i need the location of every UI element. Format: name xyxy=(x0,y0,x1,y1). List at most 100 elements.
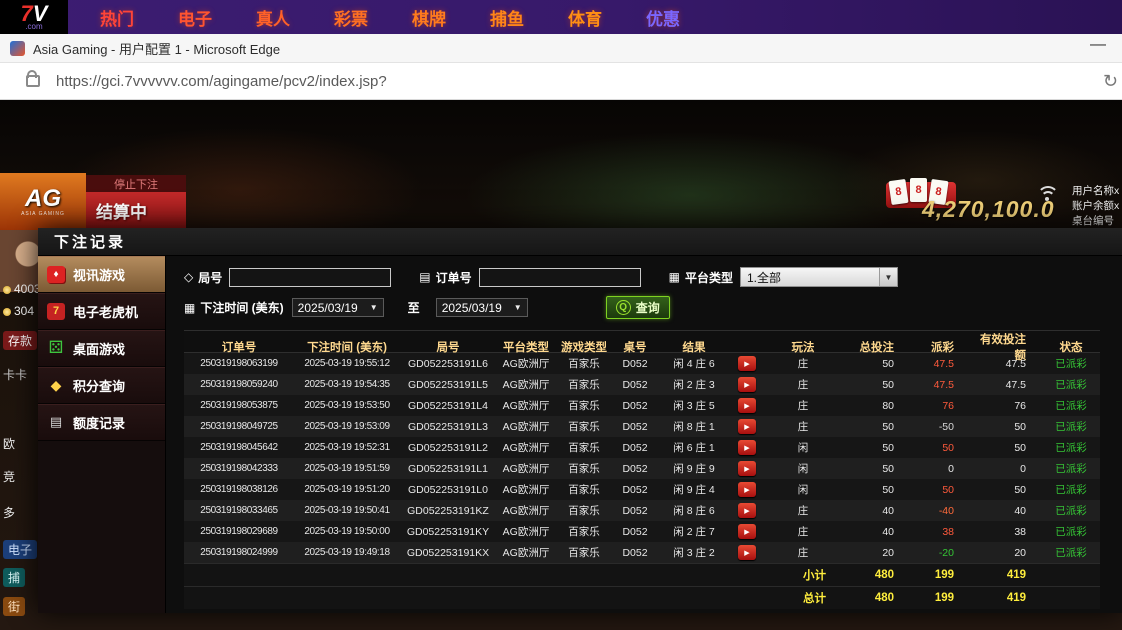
cell-bet-type: 庄 xyxy=(764,419,842,434)
query-button[interactable]: Q 查询 xyxy=(606,296,670,319)
cell-replay: ▶ xyxy=(730,545,764,560)
cell-platform: AG欧洲厅 xyxy=(496,482,556,497)
cell-total-bet: 40 xyxy=(842,526,910,538)
cell-result: 闲 8 庄 1 xyxy=(658,419,730,434)
table-row: 250319198024999 2025-03-19 19:49:18 GD05… xyxy=(184,542,1100,563)
cell-time: 2025-03-19 19:50:00 xyxy=(294,526,400,537)
table-body: 250319198063199 2025-03-19 19:55:12 GD05… xyxy=(184,353,1100,563)
sidebar-item-credit-records[interactable]: ▤ 额度记录 xyxy=(38,404,165,441)
play-icon[interactable]: ▶ xyxy=(738,524,756,539)
cell-time: 2025-03-19 19:51:20 xyxy=(294,484,400,495)
cell-game: 百家乐 xyxy=(556,440,612,455)
cell-order: 250319198029689 xyxy=(184,526,294,537)
platform-type-label: ▦ 平台类型 xyxy=(669,269,733,286)
play-icon[interactable]: ▶ xyxy=(738,545,756,560)
nav-item-sports[interactable]: 体育 xyxy=(568,5,602,30)
sidebar-item-table-games[interactable]: ⚄ 桌面游戏 xyxy=(38,330,165,367)
cell-valid-bet: 47.5 xyxy=(970,358,1042,370)
lock-icon xyxy=(26,75,40,87)
cell-time: 2025-03-19 19:54:35 xyxy=(294,379,400,390)
cell-round: GD052253191L4 xyxy=(400,400,496,412)
cell-payout: 47.5 xyxy=(910,358,970,370)
nav-item-promo[interactable]: 优惠 xyxy=(646,5,680,30)
address-bar[interactable]: https://gci.7vvvvvv.com/agingame/pcv2/in… xyxy=(56,73,387,90)
minimize-icon[interactable]: — xyxy=(1090,36,1106,54)
cell-game: 百家乐 xyxy=(556,461,612,476)
col-header: 游戏类型 xyxy=(556,339,612,355)
order-number-input[interactable] xyxy=(479,268,641,287)
cell-platform: AG欧洲厅 xyxy=(496,524,556,539)
nav-item-board[interactable]: 棋牌 xyxy=(412,5,446,30)
nav-item-fishing[interactable]: 捕鱼 xyxy=(490,5,524,30)
cell-replay: ▶ xyxy=(730,482,764,497)
cell-status: 已派彩 xyxy=(1042,377,1100,392)
cell-order: 250319198053875 xyxy=(184,400,294,411)
deposit-button-fragment[interactable]: 存款 xyxy=(3,331,37,350)
sidebar-item-points-query[interactable]: ◆ 积分查询 xyxy=(38,367,165,404)
nav-item-hot[interactable]: 热门 xyxy=(100,5,134,30)
nav-item-live[interactable]: 真人 xyxy=(256,5,290,30)
cell-order: 250319198033465 xyxy=(184,505,294,516)
play-icon[interactable]: ▶ xyxy=(738,398,756,413)
cell-table: D052 xyxy=(612,400,658,412)
cell-time: 2025-03-19 19:52:31 xyxy=(294,442,400,453)
cell-valid-bet: 0 xyxy=(970,463,1042,475)
cell-result: 闲 4 庄 6 xyxy=(658,356,730,371)
sidebar-item-slot-machines[interactable]: 7 电子老虎机 xyxy=(38,293,165,330)
nav-item-lottery[interactable]: 彩票 xyxy=(334,5,368,30)
cell-table: D052 xyxy=(612,505,658,517)
dice-icon: ⚄ xyxy=(47,340,65,357)
table-row: 250319198029689 2025-03-19 19:50:00 GD05… xyxy=(184,521,1100,542)
play-icon[interactable]: ▶ xyxy=(738,419,756,434)
cell-table: D052 xyxy=(612,463,658,475)
cell-valid-bet: 50 xyxy=(970,442,1042,454)
play-icon[interactable]: ▶ xyxy=(738,440,756,455)
cell-result: 闲 3 庄 5 xyxy=(658,398,730,413)
cell-payout: 50 xyxy=(910,442,970,454)
round-icon: ◇ xyxy=(184,270,193,284)
window-titlebar: Asia Gaming - 用户配置 1 - Microsoft Edge — xyxy=(0,34,1122,63)
bg-fragment: 竞 xyxy=(3,468,15,485)
cell-replay: ▶ xyxy=(730,398,764,413)
cell-bet-type: 闲 xyxy=(764,482,842,497)
cell-table: D052 xyxy=(612,358,658,370)
calendar-icon: ▦ xyxy=(184,301,195,315)
cell-valid-bet: 38 xyxy=(970,526,1042,538)
play-icon[interactable]: ▶ xyxy=(738,356,756,371)
cell-bet-type: 庄 xyxy=(764,356,842,371)
cell-platform: AG欧洲厅 xyxy=(496,461,556,476)
cell-game: 百家乐 xyxy=(556,377,612,392)
cell-round: GD052253191KX xyxy=(400,547,496,559)
play-icon[interactable]: ▶ xyxy=(738,377,756,392)
bg-fragment: 多 xyxy=(3,504,15,521)
cell-status: 已派彩 xyxy=(1042,398,1100,413)
site-logo[interactable]: 7V .com xyxy=(0,0,68,34)
cell-result: 闲 2 庄 3 xyxy=(658,377,730,392)
sidebar-item-live-games[interactable]: ♦ 视讯游戏 xyxy=(38,256,165,293)
cell-table: D052 xyxy=(612,526,658,538)
cell-total-bet: 80 xyxy=(842,400,910,412)
play-icon[interactable]: ▶ xyxy=(738,461,756,476)
play-icon[interactable]: ▶ xyxy=(738,482,756,497)
sidebar-item-label: 额度记录 xyxy=(73,413,125,432)
round-number-input[interactable] xyxy=(229,268,391,287)
cell-time: 2025-03-19 19:55:12 xyxy=(294,358,400,369)
date-from-select[interactable]: 2025/03/19 ▼ xyxy=(292,298,384,317)
date-to-select[interactable]: 2025/03/19 ▼ xyxy=(436,298,528,317)
cell-round: GD052253191KZ xyxy=(400,505,496,517)
cell-bet-type: 庄 xyxy=(764,545,842,560)
modal-content: ◇ 局号 ▤ 订单号 ▦ 平台类型 1.全部 ▼ xyxy=(166,256,1122,613)
cell-bet-type: 庄 xyxy=(764,503,842,518)
platform-type-select[interactable]: 1.全部 ▼ xyxy=(740,267,898,287)
play-icon[interactable]: ▶ xyxy=(738,503,756,518)
cell-total-bet: 50 xyxy=(842,421,910,433)
col-header: 桌号 xyxy=(612,339,658,355)
cell-replay: ▶ xyxy=(730,503,764,518)
refresh-icon[interactable]: ↻ xyxy=(1103,71,1118,92)
search-icon: Q xyxy=(616,300,631,315)
cell-order: 250319198059240 xyxy=(184,379,294,390)
cell-total-bet: 20 xyxy=(842,547,910,559)
logo-com: .com xyxy=(25,23,42,31)
cell-platform: AG欧洲厅 xyxy=(496,377,556,392)
nav-item-slots[interactable]: 电子 xyxy=(178,5,212,30)
